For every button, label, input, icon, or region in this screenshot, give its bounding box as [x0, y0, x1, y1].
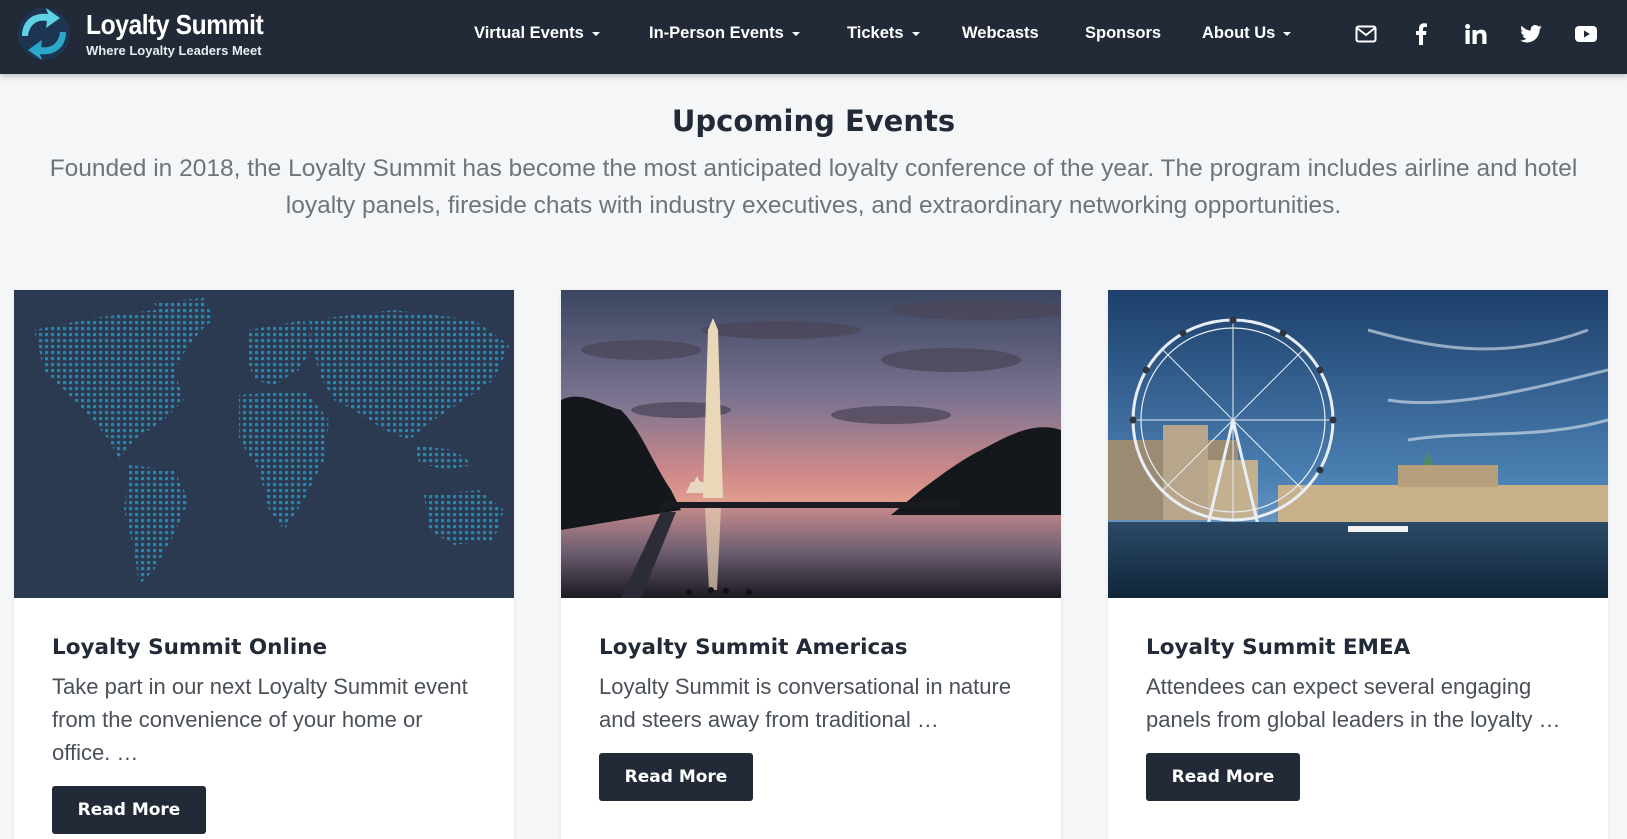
read-more-button[interactable]: Read More — [52, 786, 206, 834]
nav-webcasts[interactable]: Webcasts — [962, 24, 1039, 43]
caret-down-icon — [791, 31, 800, 36]
nav-virtual-events[interactable]: Virtual Events — [474, 24, 600, 43]
facebook-icon[interactable] — [1407, 20, 1435, 48]
nav-label: In-Person Events — [649, 24, 784, 42]
brand-name: Loyalty Summit — [86, 9, 264, 40]
nav-in-person-events[interactable]: In-Person Events — [649, 24, 800, 43]
card-title: Loyalty Summit Online — [52, 635, 328, 660]
caret-down-icon — [591, 31, 600, 36]
caret-down-icon — [911, 31, 920, 36]
event-card-emea: Loyalty Summit EMEA Attendees can expect… — [1108, 290, 1608, 839]
nav-label: Sponsors — [1085, 24, 1162, 42]
loyalty-summit-logo-icon — [18, 8, 70, 60]
washington-monument-image — [561, 290, 1061, 598]
nav-label: Tickets — [847, 24, 904, 42]
page-title: Upcoming Events — [671, 104, 956, 138]
brand-logo-link[interactable]: Loyalty Summit Where Loyalty Leaders Mee… — [12, 6, 287, 62]
card-title: Loyalty Summit Americas — [599, 635, 908, 660]
nav-tickets[interactable]: Tickets — [847, 24, 920, 43]
nav-sponsors[interactable]: Sponsors — [1085, 24, 1161, 43]
navbar: Loyalty Summit Where Loyalty Leaders Mee… — [0, 0, 1627, 74]
event-card-online: Loyalty Summit Online Take part in our n… — [14, 290, 514, 839]
card-title: Loyalty Summit EMEA — [1146, 635, 1411, 660]
card-text: Loyalty Summit is conversational in natu… — [599, 674, 1012, 732]
read-more-button[interactable]: Read More — [599, 753, 753, 801]
card-text: Attendees can expect several engaging pa… — [1146, 674, 1561, 732]
brand-text: Loyalty Summit Where Loyalty Leaders Mee… — [86, 9, 287, 58]
world-map-image — [14, 290, 514, 598]
nav-label: Virtual Events — [474, 24, 584, 42]
event-card-americas: Loyalty Summit Americas Loyalty Summit i… — [561, 290, 1061, 839]
caret-down-icon — [1283, 31, 1292, 36]
brand-tagline: Where Loyalty Leaders Meet — [86, 43, 262, 58]
youtube-icon[interactable] — [1572, 20, 1600, 48]
linkedin-icon[interactable] — [1462, 20, 1490, 48]
intro-paragraph: Founded in 2018, the Loyalty Summit has … — [49, 155, 1578, 219]
mail-icon[interactable] — [1352, 20, 1380, 48]
nav-label: Webcasts — [962, 24, 1039, 42]
card-text: Take part in our next Loyalty Summit eve… — [52, 674, 468, 765]
read-more-button[interactable]: Read More — [1146, 753, 1300, 801]
nav-label: About Us — [1202, 24, 1276, 42]
twitter-icon[interactable] — [1517, 20, 1545, 48]
london-eye-image — [1108, 290, 1608, 598]
nav-about-us[interactable]: About Us — [1202, 24, 1292, 43]
